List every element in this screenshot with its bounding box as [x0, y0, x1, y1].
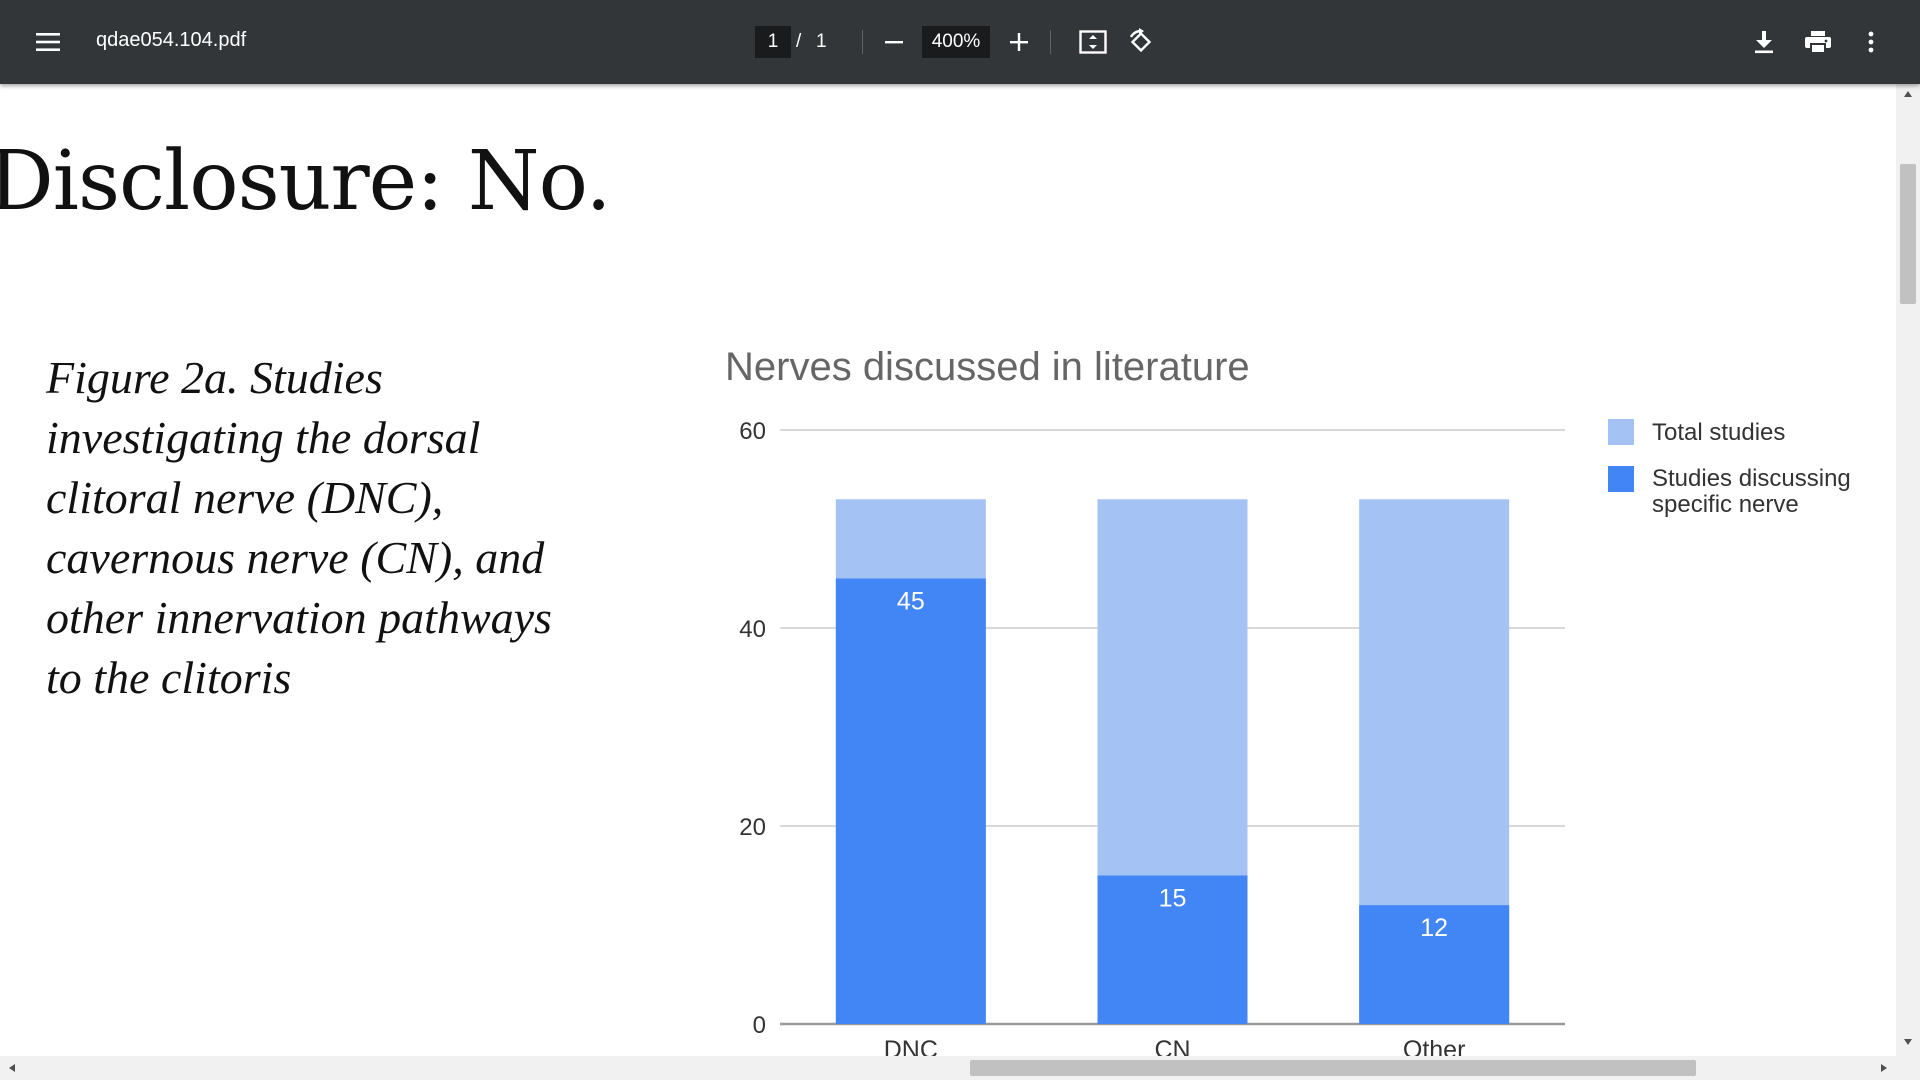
legend-swatch-specific	[1608, 466, 1634, 492]
scroll-right-arrow-icon[interactable]	[1876, 1060, 1892, 1076]
horizontal-scroll-thumb[interactable]	[970, 1060, 1696, 1076]
printer-icon	[1805, 31, 1831, 54]
data-label: 15	[1159, 885, 1187, 913]
more-options-button[interactable]	[1849, 20, 1893, 64]
page-separator: /	[796, 31, 802, 52]
chart-legend: Total studies Studies discussing specific …	[1608, 419, 1851, 518]
rotate-counterclockwise-icon	[1129, 28, 1152, 53]
chart-title: Nerves discussed in literature	[725, 345, 1250, 389]
page-number-input[interactable]	[755, 26, 791, 58]
file-name: qdae054.104.pdf	[96, 29, 247, 51]
print-button[interactable]	[1796, 20, 1840, 64]
x-tick-label: DNC	[884, 1036, 938, 1056]
more-vertical-icon	[1868, 31, 1874, 53]
zoom-in-button[interactable]	[997, 20, 1041, 64]
zoom-out-button[interactable]	[872, 20, 916, 64]
vertical-scrollbar[interactable]	[1896, 84, 1920, 1056]
legend-label-line: Studies discussing	[1652, 465, 1851, 492]
menu-button[interactable]	[26, 20, 70, 64]
disclosure-heading: Disclosure: No.	[0, 134, 612, 229]
y-tick-label: 60	[739, 418, 766, 445]
download-icon	[1755, 31, 1773, 54]
legend-label-specific: Studies discussing specific nerve	[1652, 465, 1851, 518]
legend-label-total: Total studies	[1652, 419, 1785, 446]
y-tick-label: 40	[739, 616, 766, 643]
y-tick-label: 20	[739, 814, 766, 841]
zoom-input[interactable]	[922, 26, 990, 58]
figure-caption: Figure 2a. Studies investigating the dor…	[46, 352, 552, 703]
legend-label-line: specific nerve	[1652, 491, 1799, 518]
fit-page-icon	[1079, 30, 1107, 54]
toolbar-divider	[862, 30, 863, 54]
y-tick-label: 0	[753, 1012, 766, 1039]
download-button[interactable]	[1742, 20, 1786, 64]
bar-specific-nerve	[835, 578, 986, 1024]
bar-chart: Nerves discussed in literature 0 20 40 60 45…	[725, 345, 1851, 1056]
chart-bars	[835, 499, 1510, 1024]
minus-icon	[885, 41, 903, 44]
scroll-up-arrow-icon[interactable]	[1900, 86, 1916, 102]
vertical-scroll-thumb[interactable]	[1900, 164, 1916, 304]
scroll-left-arrow-icon[interactable]	[4, 1060, 20, 1076]
data-label: 12	[1420, 914, 1448, 942]
hamburger-menu-icon	[36, 33, 60, 51]
data-label: 45	[897, 588, 925, 616]
toolbar-divider	[1050, 30, 1051, 54]
legend-swatch-total	[1608, 419, 1634, 445]
horizontal-scrollbar[interactable]	[0, 1056, 1920, 1080]
plus-icon	[1010, 33, 1028, 51]
total-pages: 1	[816, 31, 827, 52]
pdf-toolbar: qdae054.104.pdf / 1	[0, 0, 1920, 84]
pdf-viewport[interactable]: Disclosure: No. Figure 2a. Studies inves…	[0, 84, 1896, 1056]
scroll-down-arrow-icon[interactable]	[1900, 1034, 1916, 1050]
rotate-button[interactable]	[1119, 20, 1163, 64]
x-tick-label: Other	[1403, 1036, 1466, 1056]
fit-to-page-button[interactable]	[1071, 20, 1115, 64]
x-tick-label: CN	[1154, 1036, 1190, 1056]
